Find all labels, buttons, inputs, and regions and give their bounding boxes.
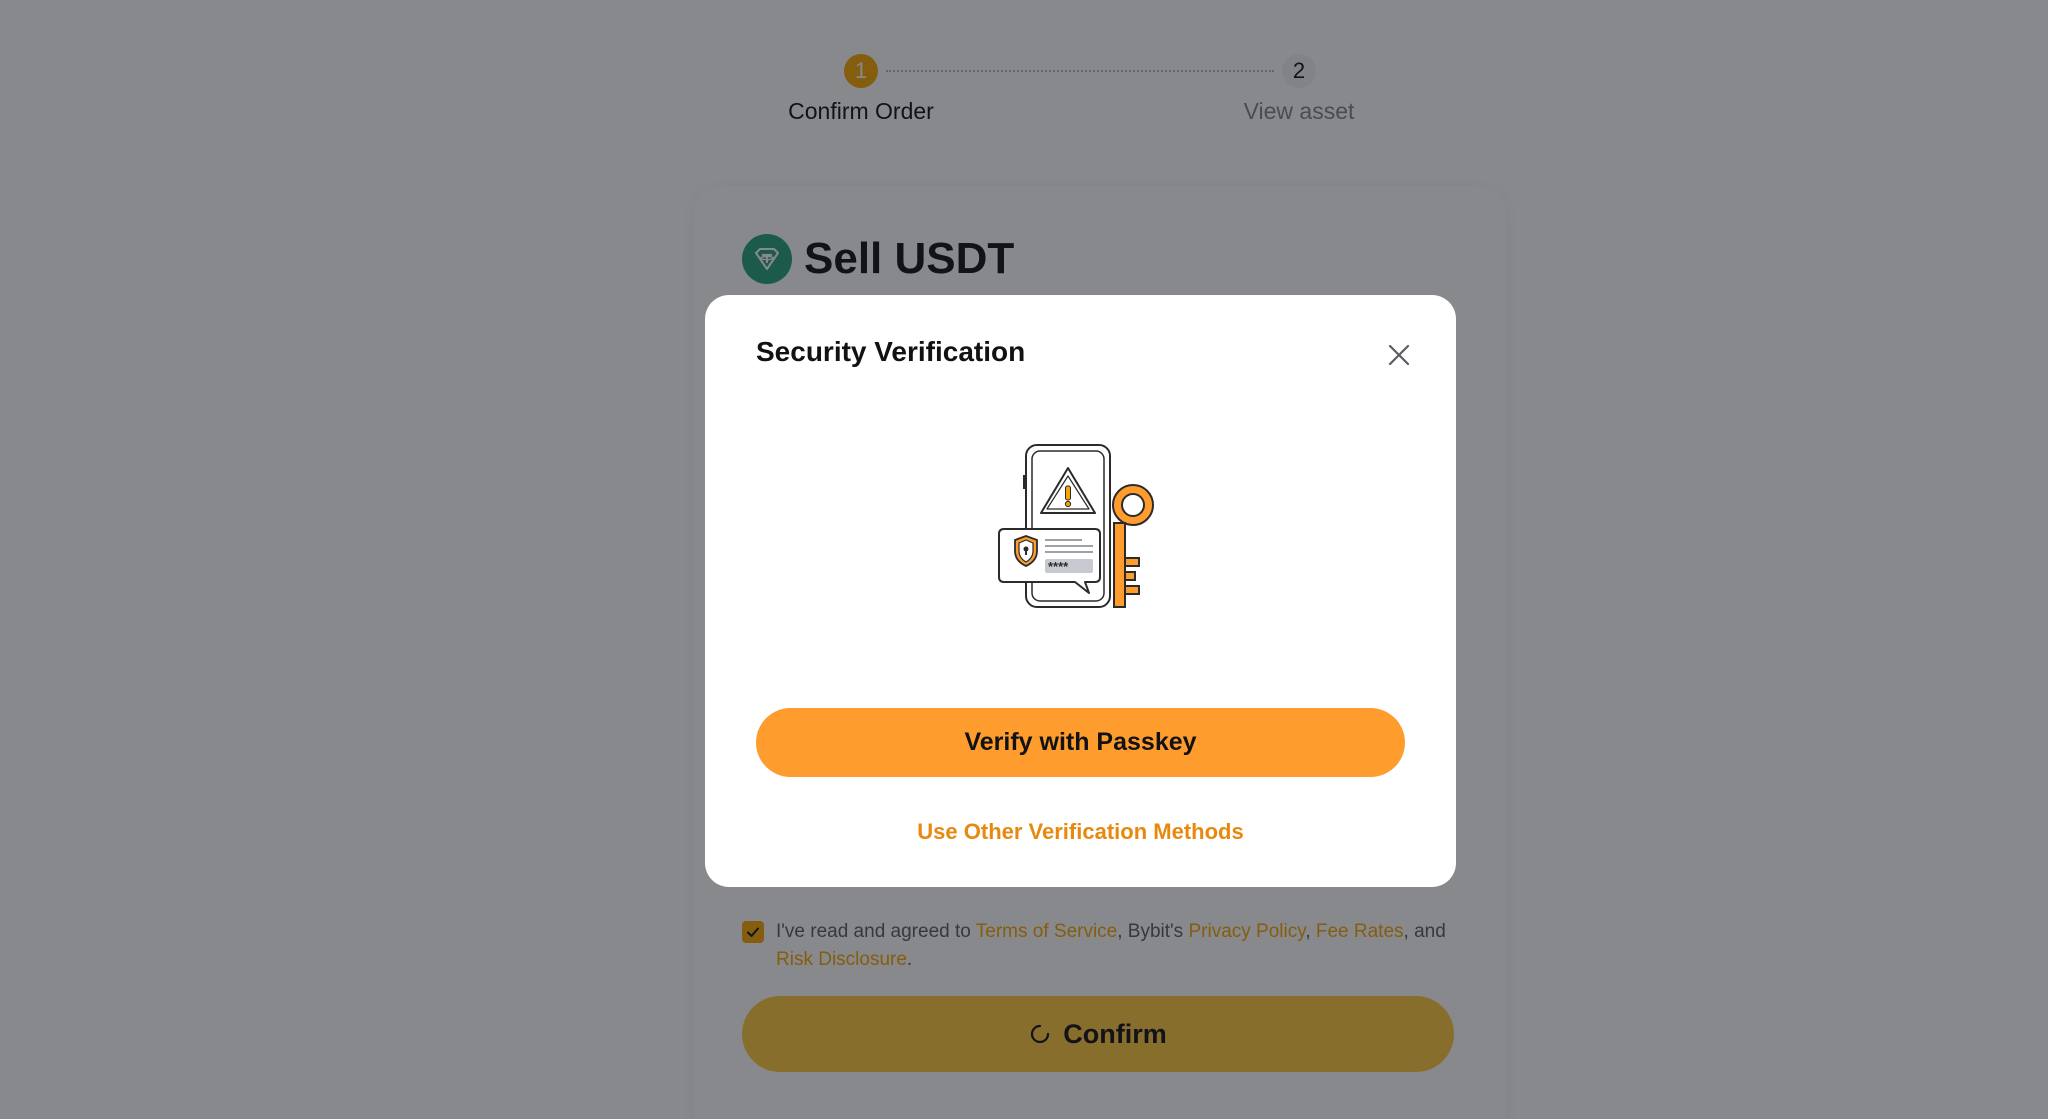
security-verification-dialog: Security Verification **** Verify with P… xyxy=(705,295,1456,887)
close-icon xyxy=(1388,344,1410,366)
close-button[interactable] xyxy=(1373,329,1425,381)
svg-text:****: **** xyxy=(1048,559,1069,574)
other-verification-methods-link[interactable]: Use Other Verification Methods xyxy=(756,819,1405,845)
dialog-title: Security Verification xyxy=(756,336,1026,367)
phone-warning-key-illustration: **** xyxy=(998,444,1154,608)
verify-passkey-button[interactable]: Verify with Passkey xyxy=(756,708,1405,777)
